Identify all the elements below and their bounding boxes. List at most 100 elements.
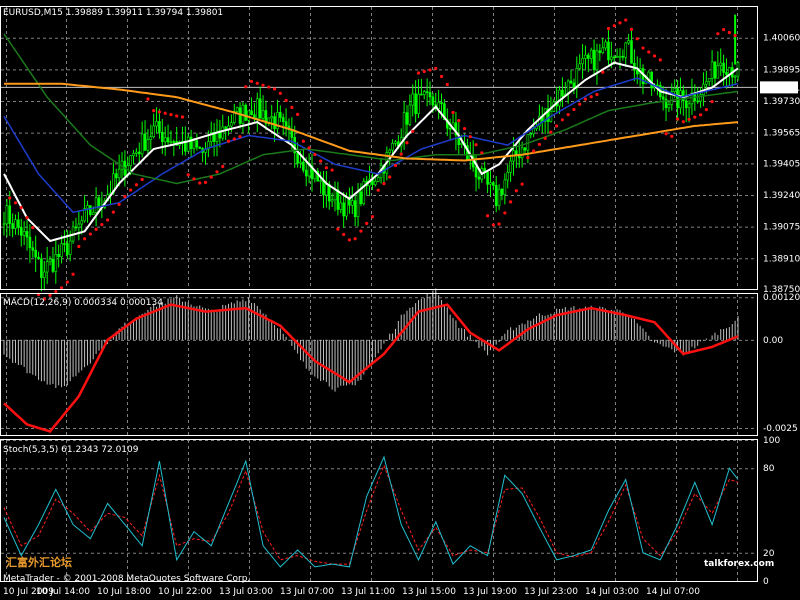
candle-body[interactable] — [610, 56, 613, 61]
candle-body[interactable] — [425, 91, 429, 93]
candle-body[interactable] — [612, 56, 616, 59]
candle-body[interactable] — [22, 231, 26, 236]
candle-body[interactable] — [716, 65, 720, 79]
candle-body[interactable] — [117, 168, 121, 179]
candle-body[interactable] — [307, 165, 311, 177]
candle-body[interactable] — [489, 182, 492, 185]
candle-body[interactable] — [615, 56, 619, 58]
candle-body[interactable] — [437, 102, 440, 110]
candle-body[interactable] — [592, 49, 596, 71]
candle-body[interactable] — [595, 50, 599, 71]
candle-body[interactable] — [420, 93, 423, 96]
candle-body[interactable] — [707, 78, 711, 82]
candle-body[interactable] — [198, 146, 202, 149]
candle-body[interactable] — [477, 176, 481, 180]
candle-body[interactable] — [687, 103, 691, 109]
candle-body[interactable] — [598, 50, 602, 53]
candle-body[interactable] — [14, 219, 17, 229]
candle-body[interactable] — [224, 126, 227, 130]
candle-body[interactable] — [40, 258, 43, 278]
candle-body[interactable] — [51, 258, 55, 272]
candle-body[interactable] — [54, 254, 58, 272]
candle-body[interactable] — [166, 137, 170, 143]
candle-body[interactable] — [676, 88, 679, 109]
candle-body[interactable] — [143, 133, 147, 151]
candle-body[interactable] — [60, 243, 63, 257]
candle-body[interactable] — [19, 227, 23, 236]
candle-body[interactable] — [460, 142, 463, 146]
candle-body[interactable] — [250, 110, 253, 116]
candle-body[interactable] — [302, 161, 305, 171]
candle-body[interactable] — [523, 147, 527, 151]
candle-body[interactable] — [114, 173, 118, 179]
candle-body[interactable] — [405, 112, 409, 125]
candle-body[interactable] — [618, 55, 622, 58]
candle-body[interactable] — [279, 112, 282, 118]
candle-body[interactable] — [155, 121, 158, 127]
candle-body[interactable] — [353, 200, 357, 218]
candle-body[interactable] — [584, 54, 587, 59]
candle-body[interactable] — [561, 89, 564, 97]
candle-body[interactable] — [624, 42, 628, 58]
candle-body[interactable] — [186, 136, 190, 152]
candle-body[interactable] — [146, 139, 150, 151]
candle-body[interactable] — [296, 152, 299, 164]
candle-body[interactable] — [25, 231, 29, 238]
candle-body[interactable] — [558, 89, 561, 107]
candle-body[interactable] — [474, 166, 478, 178]
candle-body[interactable] — [77, 223, 81, 228]
candle-body[interactable] — [509, 160, 512, 173]
candle-body[interactable] — [422, 91, 426, 95]
candle-body[interactable] — [520, 147, 524, 159]
candle-body[interactable] — [621, 55, 625, 58]
candle-body[interactable] — [221, 126, 225, 139]
candle-body[interactable] — [17, 219, 20, 228]
candle-body[interactable] — [696, 100, 700, 103]
candle-body[interactable] — [448, 127, 452, 130]
candle-body[interactable] — [581, 58, 584, 65]
candle-body[interactable] — [34, 249, 37, 258]
candle-body[interactable] — [486, 171, 489, 185]
candle-body[interactable] — [330, 199, 334, 202]
candle-body[interactable] — [152, 125, 155, 138]
candle-body[interactable] — [333, 189, 337, 201]
candle-body[interactable] — [57, 254, 60, 257]
candle-body[interactable] — [494, 185, 498, 207]
candle-body[interactable] — [630, 40, 633, 64]
candle-body[interactable] — [578, 63, 581, 69]
candle-body[interactable] — [284, 121, 288, 127]
candle-body[interactable] — [66, 243, 69, 255]
candle-body[interactable] — [627, 40, 630, 44]
candle-body[interactable] — [129, 155, 132, 166]
candle-body[interactable] — [319, 180, 322, 182]
candle-body[interactable] — [258, 98, 262, 119]
candle-body[interactable] — [722, 62, 725, 73]
candle-body[interactable] — [684, 100, 688, 109]
candle-body[interactable] — [31, 247, 35, 251]
candle-body[interactable] — [733, 75, 737, 78]
candle-body[interactable] — [710, 61, 714, 79]
candle-body[interactable] — [68, 240, 72, 255]
candle-body[interactable] — [725, 72, 728, 75]
candle-body[interactable] — [192, 140, 196, 149]
candle-body[interactable] — [238, 107, 242, 124]
candle-body[interactable] — [359, 191, 363, 205]
candle-body[interactable] — [428, 92, 432, 98]
candle-body[interactable] — [440, 102, 443, 105]
candle-body[interactable] — [270, 116, 273, 119]
candle-body[interactable] — [394, 141, 397, 144]
candle-body[interactable] — [235, 107, 239, 112]
candle-body[interactable] — [376, 177, 380, 182]
candle-body[interactable] — [388, 149, 392, 153]
candle-body[interactable] — [350, 200, 354, 206]
candle-body[interactable] — [589, 49, 593, 59]
candle-body[interactable] — [37, 256, 40, 259]
candle-body[interactable] — [132, 153, 135, 156]
candle-body[interactable] — [322, 180, 325, 196]
candle-body[interactable] — [195, 140, 199, 148]
candle-body[interactable] — [374, 181, 377, 185]
candle-body[interactable] — [94, 197, 98, 213]
candle-body[interactable] — [604, 41, 607, 49]
candle-body[interactable] — [503, 179, 507, 195]
candle-body[interactable] — [273, 116, 276, 130]
